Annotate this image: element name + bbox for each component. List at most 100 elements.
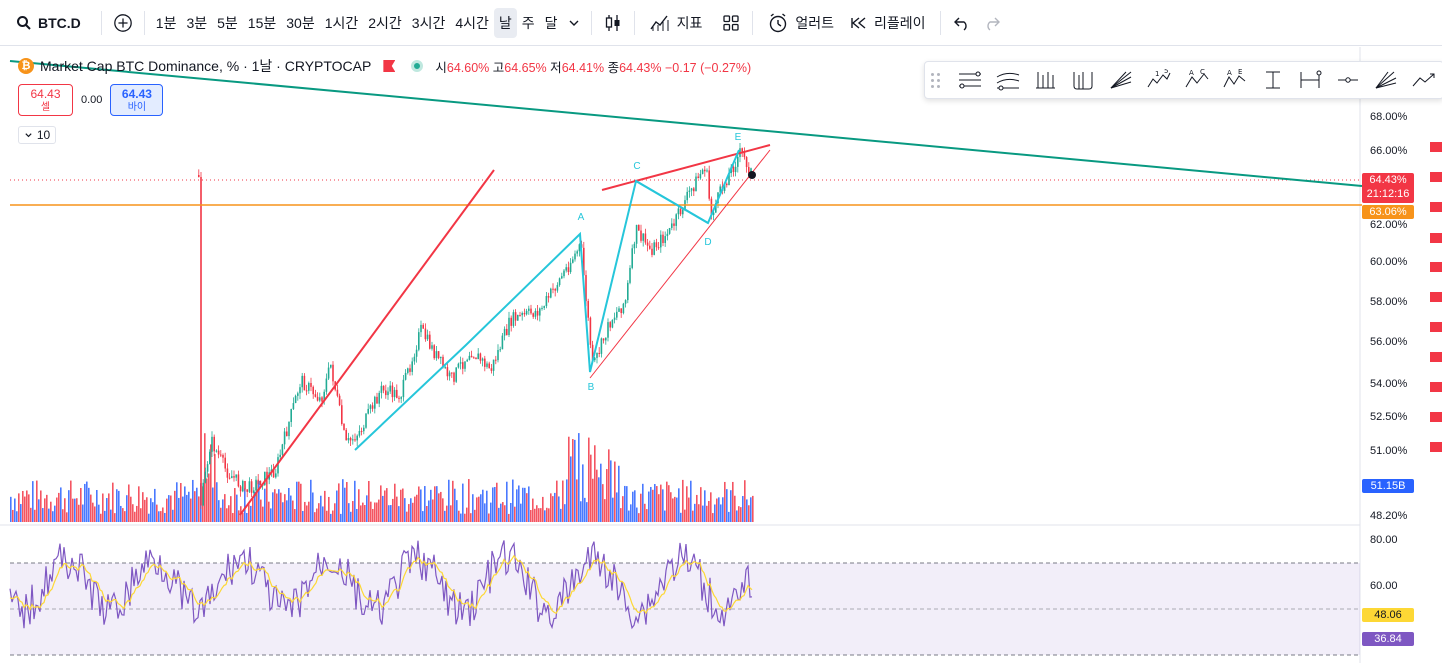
volume-bar [318,503,320,522]
elliott-triangle-tool[interactable]: AE [1216,64,1254,96]
volume-bar [670,492,672,522]
candle-body [622,303,625,314]
volume-bar [224,494,226,522]
compare-button[interactable] [108,8,138,38]
volume-bar [634,490,636,522]
volume-bar [668,485,670,522]
candle-body [598,352,600,354]
volume-bar [666,481,668,522]
interval-15m[interactable]: 15분 [243,8,281,38]
candle-body [530,308,532,314]
candle-body [299,387,301,394]
interval-5m[interactable]: 5분 [212,8,243,38]
volume-bar [216,482,218,522]
volume-bar [284,494,286,522]
interval-3m[interactable]: 3분 [181,8,212,38]
elliott-correction-tool[interactable]: AC [1178,64,1216,96]
gann-fan-tool[interactable] [1367,64,1405,96]
trend-angle-tool[interactable] [1405,64,1442,96]
interval-month[interactable]: 달 [540,8,563,38]
interval-2h[interactable]: 2시간 [363,8,407,38]
candle-body [497,350,499,361]
volume-bar [80,487,82,522]
schiff-pitchfork-tool[interactable] [1064,64,1102,96]
interval-day[interactable]: 날 [493,7,517,38]
volume-bar [154,488,156,522]
interval-1h[interactable]: 1시간 [320,8,364,38]
interval-dropdown[interactable] [563,8,585,38]
undo-icon [953,17,967,31]
buy-button[interactable]: 64.43 바이 [110,84,164,116]
volume-bar [738,506,740,522]
date-range-tool[interactable] [1292,64,1330,96]
volume-bar [230,496,232,522]
volume-bar [260,499,262,522]
fib-fan-tool[interactable] [1102,64,1140,96]
candle-body [220,454,222,456]
volume-bar [56,497,58,522]
candle-body [620,308,622,314]
pitchfork-tool[interactable] [1027,64,1065,96]
interval-4h[interactable]: 4시간 [450,8,494,38]
volume-bar [266,480,268,522]
volume-bar [312,492,314,522]
drag-handle-icon[interactable] [929,70,943,90]
volume-bar [468,479,470,522]
volume-bar [14,498,16,522]
volume-bar [74,498,76,522]
volume-bar [584,497,586,522]
price-range-tool[interactable] [1254,64,1292,96]
chart-type-button[interactable] [598,8,628,38]
indicators-button[interactable]: 지표 [641,8,711,38]
regression-channel-tool[interactable] [989,64,1027,96]
volume-bar [244,488,246,522]
parallel-channel-tool[interactable] [951,64,989,96]
volume-bar [678,488,680,522]
candle-body [596,352,598,358]
candle-body [708,170,710,199]
candle-body [365,413,367,428]
replay-button[interactable]: 리플레이 [842,8,934,38]
candle-body [358,430,361,436]
candle-body [215,450,218,452]
elliott-impulse-tool[interactable]: 15 [1140,64,1178,96]
sell-button[interactable]: 64.43 셀 [18,84,73,116]
candle-body [602,338,605,341]
interval-3h[interactable]: 3시간 [407,8,451,38]
edge-marker [1430,172,1442,182]
alert-button[interactable]: 얼러트 [759,8,842,38]
volume-bar [660,484,662,522]
candle-body [629,267,631,283]
candle-body [607,322,609,338]
volume-bar [222,499,224,522]
gann-fan-icon [1375,71,1397,89]
top-toolbar: BTC.D 1분 3분 5분 15분 30분 1시간 2시간 3시간 4시간 날… [0,0,1442,46]
volume-bar [380,485,382,522]
candle-body [635,224,638,244]
volume-bar [476,497,478,522]
undo-button[interactable] [947,8,977,38]
legend-title: Market Cap BTC Dominance, % · 1날 · CRYPT… [40,58,372,74]
volume-bar [264,488,266,522]
interval-30m[interactable]: 30분 [281,8,319,38]
volume-bar [598,477,600,522]
symbol-search[interactable]: BTC.D [0,0,95,46]
separator [590,10,592,35]
volume-bar [656,486,658,522]
change-value: −0.17 (−0.27%) [664,60,752,75]
interval-week[interactable]: 주 [517,8,540,38]
layout-button[interactable] [716,8,746,38]
horizontal-ray-tool[interactable] [1329,64,1367,96]
candle-body [213,436,215,452]
redo-button[interactable] [977,8,1007,38]
volume-bar [730,490,732,522]
candle-body [543,306,545,308]
candle-body [396,389,398,398]
candle-body [695,176,697,192]
indicator-collapse-button[interactable]: 10 [18,126,56,144]
interval-1m[interactable]: 1분 [151,8,182,38]
candle-body [338,395,341,406]
flag-icon[interactable] [383,60,396,72]
price-chart[interactable]: A B C D E [0,47,1442,663]
volume-bar [574,439,576,522]
